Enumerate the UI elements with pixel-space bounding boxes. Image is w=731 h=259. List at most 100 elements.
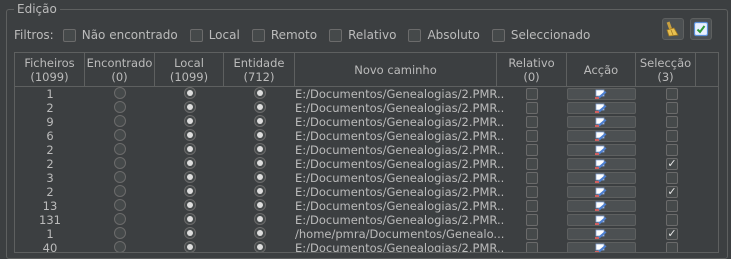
action-button[interactable]: [567, 130, 636, 142]
table-row[interactable]: 9 E:/Documentos/Genealogias/2.PMR...: [15, 115, 718, 129]
column-header-2[interactable]: Encontrado (0): [85, 53, 155, 86]
new-path-cell[interactable]: E:/Documentos/Genealogias/2.PMR...: [295, 199, 505, 213]
new-path-cell[interactable]: E:/Documentos/Genealogias/2.PMR...: [295, 143, 505, 157]
select-checkbox[interactable]: [666, 214, 678, 226]
local-radio[interactable]: [184, 129, 196, 141]
found-radio[interactable]: [114, 87, 126, 99]
column-header-1[interactable]: Ficheiros (1099): [15, 53, 85, 86]
filter-absoluto[interactable]: Absoluto: [408, 28, 480, 42]
relative-checkbox[interactable]: [526, 214, 538, 226]
new-path-cell[interactable]: E:/Documentos/Genealogias/2.PMR...: [295, 171, 505, 185]
select-checkbox[interactable]: [666, 242, 678, 252]
found-radio[interactable]: [114, 115, 126, 127]
relative-checkbox[interactable]: [526, 242, 538, 252]
local-radio[interactable]: [184, 101, 196, 113]
local-radio[interactable]: [184, 143, 196, 155]
relative-checkbox[interactable]: [526, 228, 538, 240]
action-button[interactable]: [567, 172, 636, 184]
entity-radio[interactable]: [254, 241, 266, 252]
filter-checkbox[interactable]: [62, 28, 76, 42]
filter-relativo[interactable]: Relativo: [329, 28, 396, 42]
table-row[interactable]: 2 E:/Documentos/Genealogias/2.PMR...: [15, 101, 718, 115]
found-radio[interactable]: [114, 129, 126, 141]
local-radio[interactable]: [184, 171, 196, 183]
found-radio[interactable]: [114, 171, 126, 183]
apply-button[interactable]: [690, 18, 712, 40]
filter-checkbox[interactable]: [189, 28, 203, 42]
table-row[interactable]: 131 E:/Documentos/Genealogias/2.PMR...: [15, 213, 718, 227]
relative-checkbox[interactable]: [526, 116, 538, 128]
found-radio[interactable]: [114, 241, 126, 252]
action-button[interactable]: [567, 144, 636, 156]
new-path-cell[interactable]: E:/Documentos/Genealogias/2.PMR...: [295, 157, 505, 171]
entity-radio[interactable]: [254, 129, 266, 141]
filter-local[interactable]: Local: [189, 28, 240, 42]
relative-checkbox[interactable]: [526, 102, 538, 114]
table-row[interactable]: 2 E:/Documentos/Genealogias/2.PMR... ✓: [15, 157, 718, 171]
entity-radio[interactable]: [254, 227, 266, 239]
table-row[interactable]: 1/home/pmra/Documentos/Genealo... ✓: [15, 227, 718, 241]
filter-checkbox[interactable]: [251, 28, 265, 42]
action-button[interactable]: [567, 158, 636, 170]
new-path-cell[interactable]: E:/Documentos/Genealogias/2.PMR...: [295, 129, 505, 143]
action-button[interactable]: [567, 200, 636, 212]
found-radio[interactable]: [114, 185, 126, 197]
relative-checkbox[interactable]: [526, 88, 538, 100]
table-row[interactable]: 2 E:/Documentos/Genealogias/2.PMR...: [15, 143, 718, 157]
filter-remoto[interactable]: Remoto: [251, 28, 317, 42]
column-header-8[interactable]: Selecção (3): [636, 53, 696, 86]
local-radio[interactable]: [184, 87, 196, 99]
found-radio[interactable]: [114, 101, 126, 113]
new-path-cell[interactable]: E:/Documentos/Genealogias/2.PMR...: [295, 101, 505, 115]
table-row[interactable]: 13 E:/Documentos/Genealogias/2.PMR...: [15, 199, 718, 213]
relative-checkbox[interactable]: [526, 130, 538, 142]
select-checkbox[interactable]: [666, 130, 678, 142]
relative-checkbox[interactable]: [526, 158, 538, 170]
action-button[interactable]: [567, 214, 636, 226]
select-checkbox[interactable]: [666, 116, 678, 128]
action-button[interactable]: [567, 228, 636, 240]
entity-radio[interactable]: [254, 101, 266, 113]
new-path-cell[interactable]: /home/pmra/Documentos/Genealo...: [295, 227, 505, 241]
new-path-cell[interactable]: E:/Documentos/Genealogias/2.PMR...: [295, 185, 505, 199]
local-radio[interactable]: [184, 185, 196, 197]
table-row[interactable]: 40 E:/Documentos/Genealogias/2.PMR...: [15, 241, 718, 252]
found-radio[interactable]: [114, 227, 126, 239]
column-header-5[interactable]: Novo caminho: [295, 53, 497, 86]
table-row[interactable]: 6 E:/Documentos/Genealogias/2.PMR...: [15, 129, 718, 143]
new-path-cell[interactable]: E:/Documentos/Genealogias/2.PMR...: [295, 115, 505, 129]
relative-checkbox[interactable]: [526, 172, 538, 184]
column-header-4[interactable]: Entidade (712): [224, 53, 295, 86]
found-radio[interactable]: [114, 213, 126, 225]
clear-button[interactable]: [662, 18, 684, 40]
select-checkbox[interactable]: ✓: [666, 158, 678, 170]
new-path-cell[interactable]: E:/Documentos/Genealogias/2.PMR...: [295, 241, 505, 252]
select-checkbox[interactable]: ✓: [666, 228, 678, 240]
entity-radio[interactable]: [254, 171, 266, 183]
action-button[interactable]: [567, 186, 636, 198]
entity-radio[interactable]: [254, 157, 266, 169]
found-radio[interactable]: [114, 157, 126, 169]
select-checkbox[interactable]: ✓: [666, 186, 678, 198]
relative-checkbox[interactable]: [526, 186, 538, 198]
action-button[interactable]: [567, 102, 636, 114]
new-path-cell[interactable]: E:/Documentos/Genealogias/2.PMR...: [295, 213, 505, 227]
relative-checkbox[interactable]: [526, 144, 538, 156]
action-button[interactable]: [567, 88, 636, 100]
entity-radio[interactable]: [254, 199, 266, 211]
entity-radio[interactable]: [254, 115, 266, 127]
found-radio[interactable]: [114, 199, 126, 211]
found-radio[interactable]: [114, 143, 126, 155]
entity-radio[interactable]: [254, 143, 266, 155]
local-radio[interactable]: [184, 241, 196, 252]
column-header-3[interactable]: Local (1099): [155, 53, 224, 86]
filter-checkbox[interactable]: [491, 28, 505, 42]
filter-não-encontrado[interactable]: Não encontrado: [62, 28, 178, 42]
select-checkbox[interactable]: [666, 102, 678, 114]
filter-seleccionado[interactable]: Seleccionado: [491, 28, 590, 42]
entity-radio[interactable]: [254, 213, 266, 225]
relative-checkbox[interactable]: [526, 200, 538, 212]
action-button[interactable]: [567, 242, 636, 252]
local-radio[interactable]: [184, 227, 196, 239]
table-row[interactable]: 3 E:/Documentos/Genealogias/2.PMR...: [15, 171, 718, 185]
